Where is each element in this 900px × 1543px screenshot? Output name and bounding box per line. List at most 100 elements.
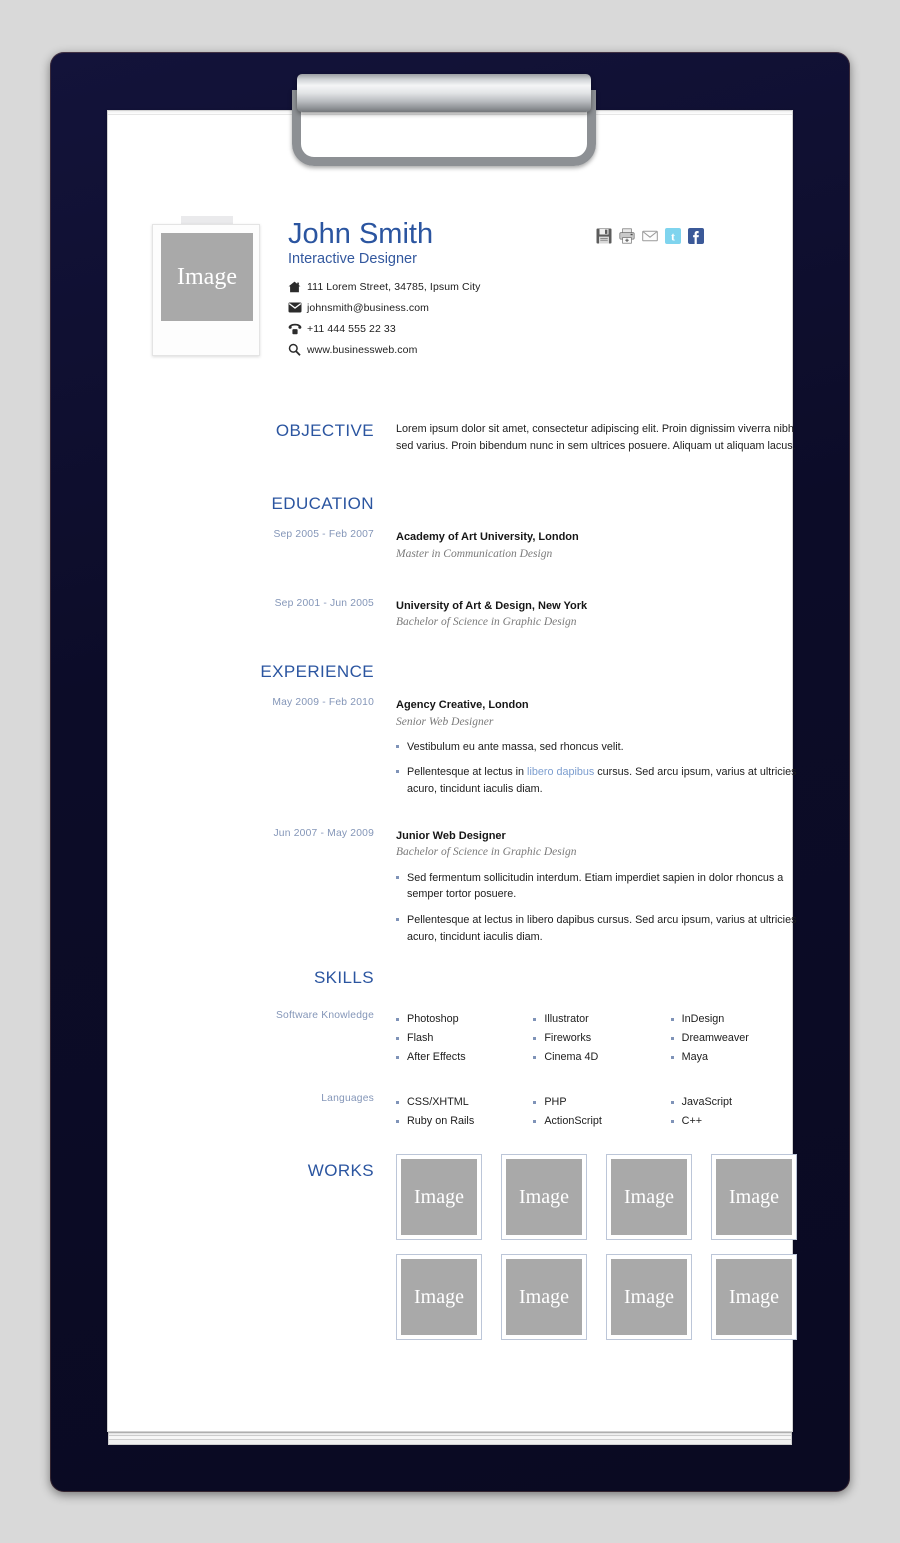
skill-item: Dreamweaver xyxy=(670,1029,808,1048)
skill-item: InDesign xyxy=(670,1010,808,1029)
work-thumbnail[interactable]: Image xyxy=(711,1254,797,1340)
skills-group: Languages CSS/XHTML Ruby on Rails PHP Ac… xyxy=(321,1093,808,1131)
work-placeholder: Image xyxy=(716,1159,792,1235)
experience-bullet-list: Sed fermentum sollicitudin interdum. Eti… xyxy=(396,870,808,946)
skills-group-label: Software Knowledge xyxy=(275,1010,374,1021)
email-icon[interactable] xyxy=(641,227,659,245)
sheet-edge-top xyxy=(108,1432,792,1436)
experience-entry: Jun 2007 - May 2009 Junior Web Designer … xyxy=(273,828,808,946)
contact-address-text: 111 Lorem Street, 34785, Ipsum City xyxy=(307,280,481,293)
identity-block: John Smith Interactive Designer 111 Lore… xyxy=(288,219,618,363)
telephone-icon xyxy=(288,322,307,336)
list-item: Sed fermentum sollicitudin interdum. Eti… xyxy=(396,870,808,903)
contact-phone: +11 444 555 22 33 xyxy=(288,321,618,336)
skills-grid: Photoshop Flash After Effects Illustrato… xyxy=(396,1010,808,1068)
education-entry-subtitle: Bachelor of Science in Graphic Design xyxy=(396,616,577,629)
education-entry-date: Sep 2005 - Feb 2007 xyxy=(273,529,374,540)
photo-frame: Image xyxy=(152,224,260,356)
magnifier-icon xyxy=(288,343,307,357)
photo-placeholder: Image xyxy=(161,233,253,321)
work-thumbnail[interactable]: Image xyxy=(396,1254,482,1340)
contact-phone-text: +11 444 555 22 33 xyxy=(307,322,396,335)
work-placeholder: Image xyxy=(401,1159,477,1235)
work-label: Image xyxy=(729,1185,779,1208)
list-item: Pellentesque at lectus in libero dapibus… xyxy=(396,764,808,797)
envelope-icon xyxy=(288,301,307,315)
skill-item: PHP xyxy=(533,1093,670,1112)
skills-column: PHP ActionScript xyxy=(533,1093,670,1131)
education-entry-date: Sep 2001 - Jun 2005 xyxy=(274,597,374,609)
experience-entry: May 2009 - Feb 2010 Agency Creative, Lon… xyxy=(272,697,808,798)
profile-photo[interactable]: Image xyxy=(152,216,260,356)
clip-metal-bar xyxy=(297,74,591,112)
work-placeholder: Image xyxy=(611,1159,687,1235)
skills-group: Software Knowledge Photoshop Flash After… xyxy=(276,1010,808,1068)
experience-entry-date: May 2009 - Feb 2010 xyxy=(272,697,374,708)
skills-column: Illustrator Fireworks Cinema 4D xyxy=(533,1010,670,1068)
skills-column: Photoshop Flash After Effects xyxy=(396,1010,533,1068)
education-entry-title: University of Art & Design, New York xyxy=(396,599,588,612)
print-icon[interactable] xyxy=(618,227,636,245)
work-thumbnail[interactable]: Image xyxy=(711,1154,797,1240)
education-entry-title: Academy of Art University, London xyxy=(396,531,579,543)
experience-heading: EXPERIENCE xyxy=(260,662,374,681)
works-grid: Image Image Image Image Image Image Imag… xyxy=(396,1154,816,1340)
experience-entry-date: Jun 2007 - May 2009 xyxy=(273,827,374,839)
skill-item: CSS/XHTML xyxy=(396,1093,533,1112)
contact-website[interactable]: www.businessweb.com xyxy=(288,342,618,357)
bullet-text: Vestibulum eu ante massa, sed rhoncus ve… xyxy=(407,740,624,753)
education-entry: Sep 2005 - Feb 2007 Academy of Art Unive… xyxy=(273,529,808,563)
skill-item: Illustrator xyxy=(533,1010,670,1029)
skill-item: Flash xyxy=(396,1029,533,1048)
social-toolbar: t xyxy=(595,227,705,245)
contact-email-text: johnsmith@business.com xyxy=(307,301,429,314)
objective-text: Lorem ipsum dolor sit amet, consectetur … xyxy=(396,423,796,452)
work-label: Image xyxy=(414,1285,464,1308)
svg-text:t: t xyxy=(671,229,675,243)
home-icon xyxy=(288,280,307,294)
work-label: Image xyxy=(624,1185,674,1208)
resume-header: Image John Smith Interactive Designer 11… xyxy=(108,211,794,376)
work-label: Image xyxy=(519,1185,569,1208)
skill-item: Maya xyxy=(670,1048,808,1067)
facebook-icon[interactable] xyxy=(687,227,705,245)
education-entry-subtitle: Master in Communication Design xyxy=(396,547,553,560)
save-icon[interactable] xyxy=(595,227,613,245)
skills-column: InDesign Dreamweaver Maya xyxy=(670,1010,808,1068)
education-entry: Sep 2001 - Jun 2005 University of Art & … xyxy=(275,598,808,632)
work-placeholder: Image xyxy=(611,1259,687,1335)
experience-entry-title: Agency Creative, London xyxy=(396,699,529,711)
list-item: Pellentesque at lectus in libero dapibus… xyxy=(396,912,808,945)
work-placeholder: Image xyxy=(716,1259,792,1335)
experience-entry-subtitle: Bachelor of Science in Graphic Design xyxy=(396,846,577,859)
works-heading: WORKS xyxy=(307,1161,374,1180)
skill-item: ActionScript xyxy=(533,1112,670,1131)
skill-item: After Effects xyxy=(396,1048,533,1067)
photo-placeholder-label: Image xyxy=(177,263,237,290)
skills-grid: CSS/XHTML Ruby on Rails PHP ActionScript… xyxy=(396,1093,808,1131)
skill-item: JavaScript xyxy=(670,1093,808,1112)
inline-link[interactable]: libero dapibus xyxy=(527,766,594,778)
work-label: Image xyxy=(414,1185,464,1208)
work-thumbnail[interactable]: Image xyxy=(501,1154,587,1240)
resume-paper: Image John Smith Interactive Designer 11… xyxy=(107,110,797,1432)
paper-stack: Image John Smith Interactive Designer 11… xyxy=(107,110,797,1445)
skills-column: CSS/XHTML Ruby on Rails xyxy=(396,1093,533,1131)
twitter-icon[interactable]: t xyxy=(664,227,682,245)
contact-address: 111 Lorem Street, 34785, Ipsum City xyxy=(288,279,618,294)
work-thumbnail[interactable]: Image xyxy=(606,1254,692,1340)
work-placeholder: Image xyxy=(506,1159,582,1235)
experience-bullet-list: Vestibulum eu ante massa, sed rhoncus ve… xyxy=(396,739,808,798)
education-heading: EDUCATION xyxy=(271,494,374,513)
skills-group-label: Languages xyxy=(321,1092,374,1104)
contact-website-text: www.businessweb.com xyxy=(307,343,418,356)
contact-email[interactable]: johnsmith@business.com xyxy=(288,300,618,315)
clipboard-clip[interactable] xyxy=(283,62,605,172)
work-thumbnail[interactable]: Image xyxy=(396,1154,482,1240)
work-placeholder: Image xyxy=(506,1259,582,1335)
skill-item: Fireworks xyxy=(533,1029,670,1048)
work-thumbnail[interactable]: Image xyxy=(501,1254,587,1340)
work-label: Image xyxy=(729,1285,779,1308)
work-thumbnail[interactable]: Image xyxy=(606,1154,692,1240)
list-item: Vestibulum eu ante massa, sed rhoncus ve… xyxy=(396,739,808,756)
